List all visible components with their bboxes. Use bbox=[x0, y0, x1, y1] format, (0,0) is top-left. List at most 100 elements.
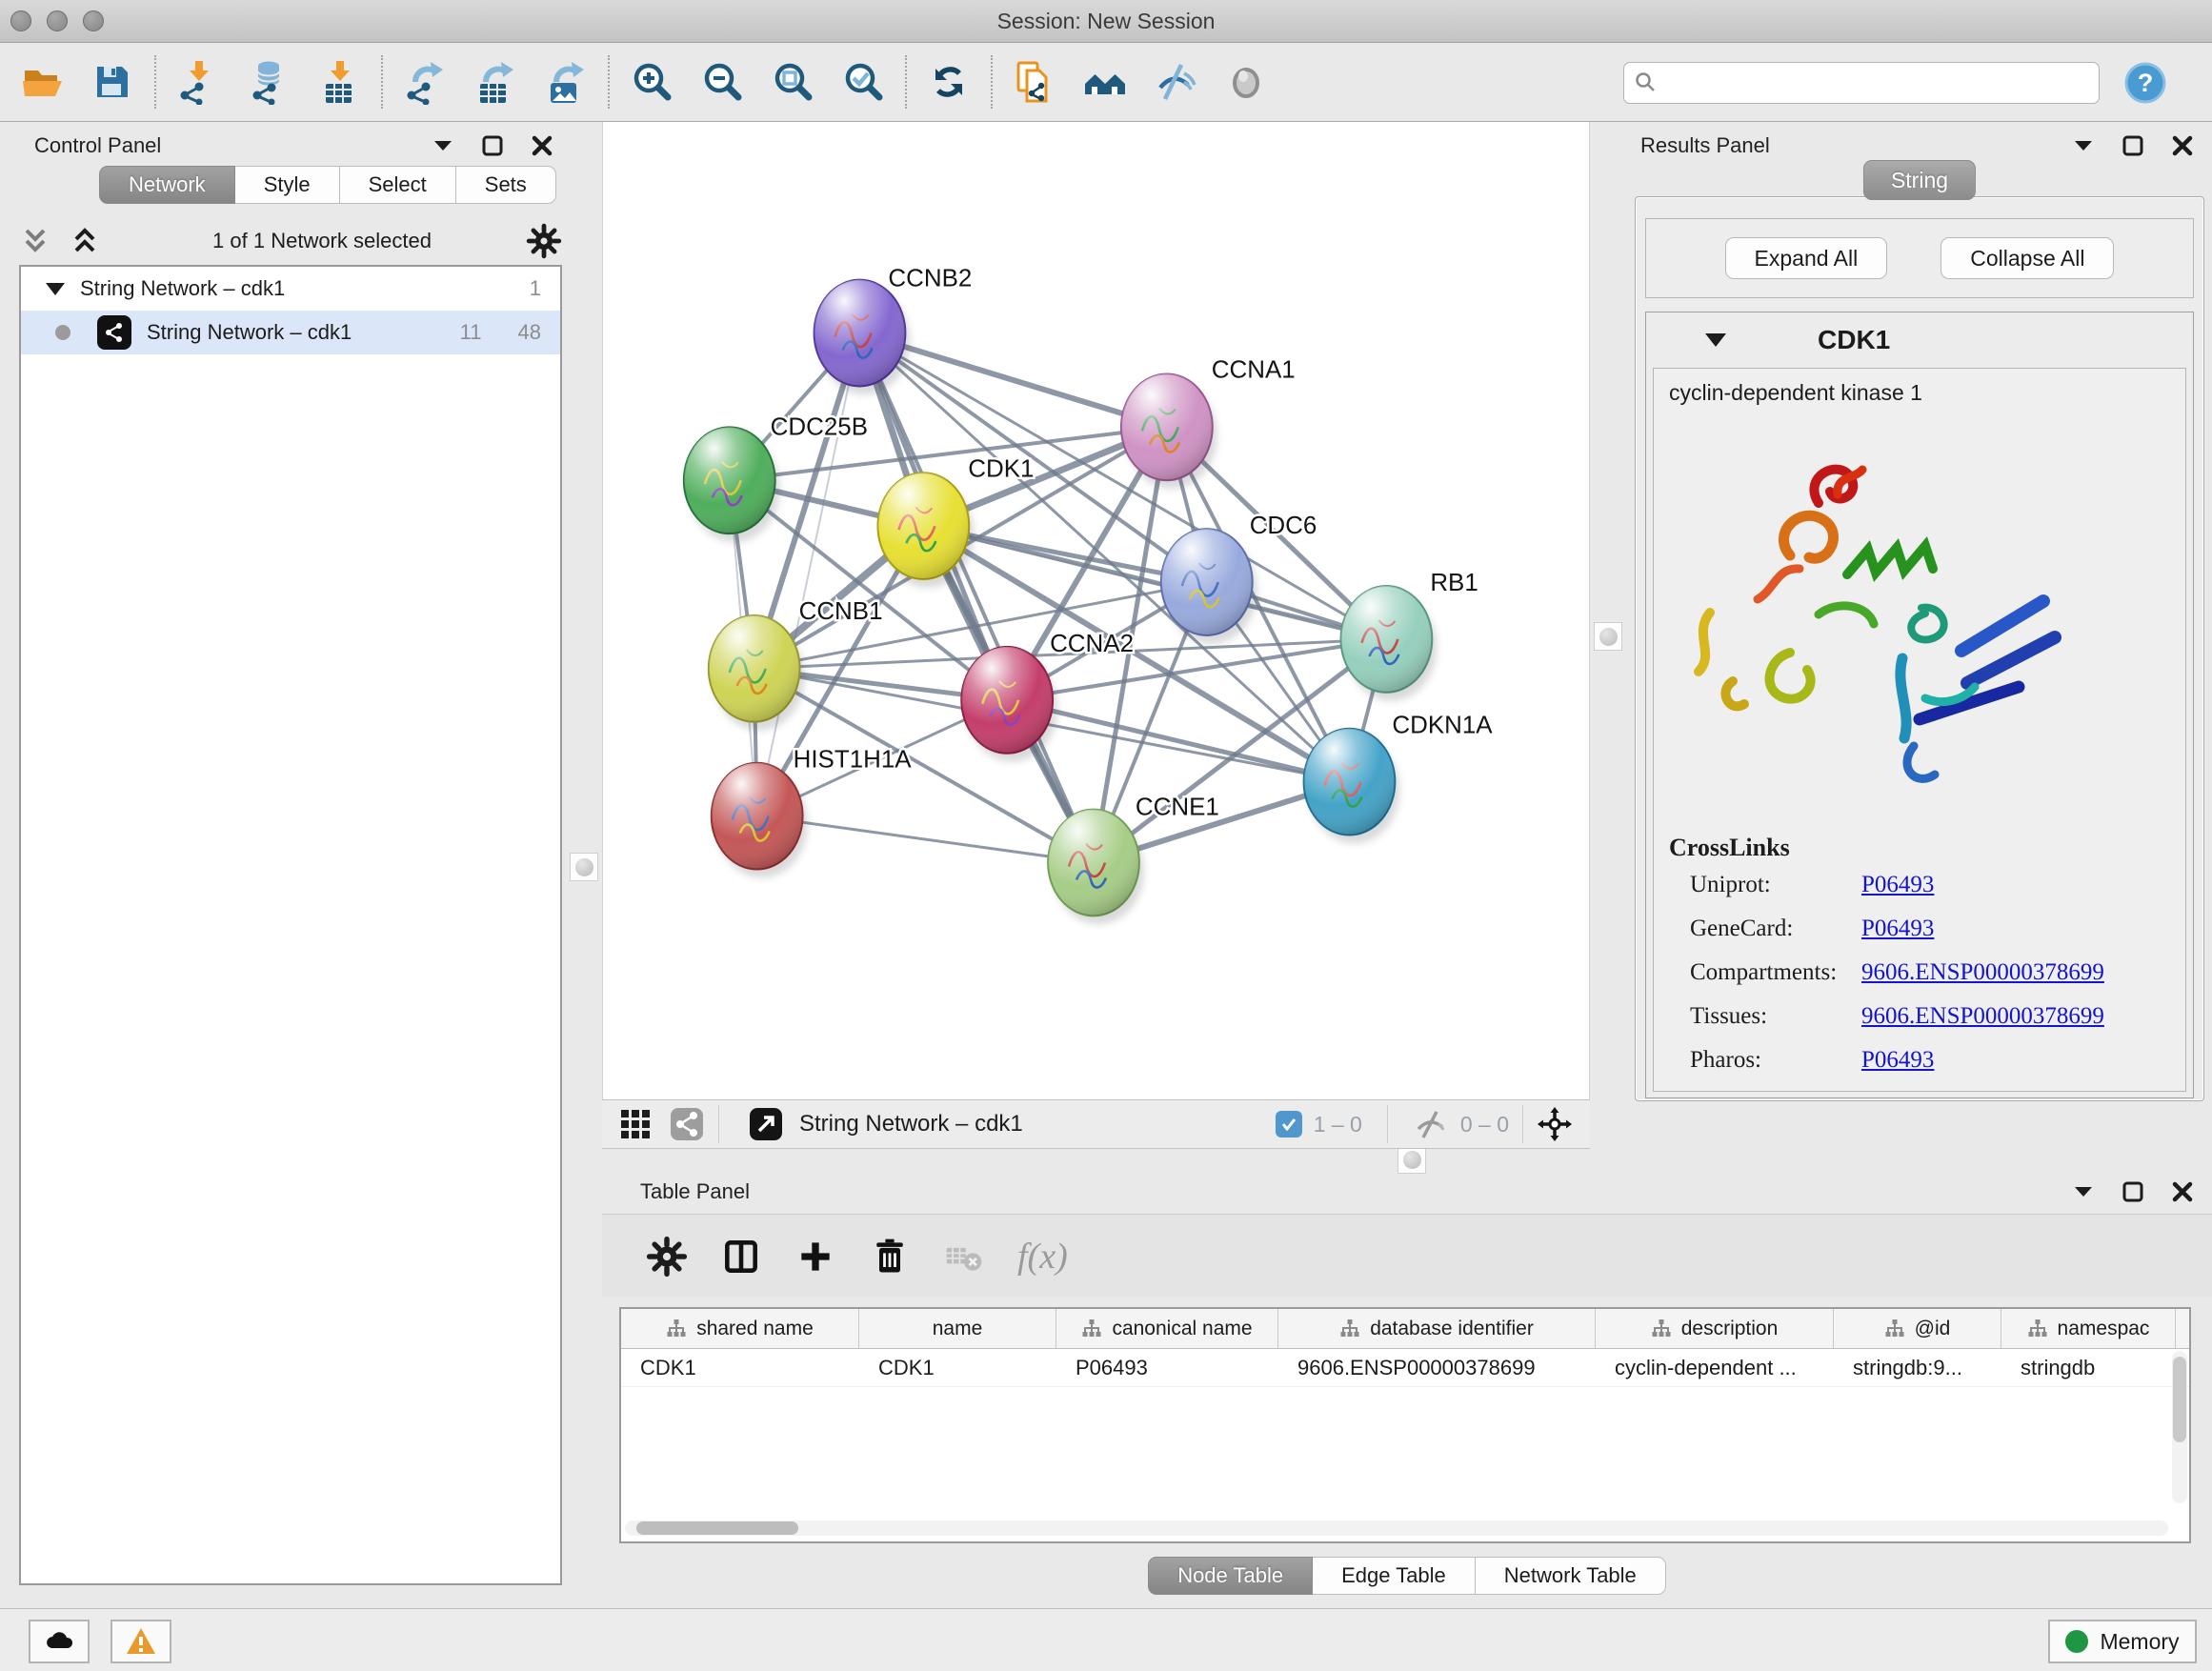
crosslink-tissues-link[interactable]: 9606.ENSP00000378699 bbox=[1861, 1003, 2104, 1030]
network-node-CCNB2[interactable] bbox=[814, 280, 911, 395]
export-table-icon[interactable] bbox=[473, 59, 518, 105]
column-header-name[interactable]: name bbox=[859, 1309, 1056, 1348]
tab-style[interactable]: Style bbox=[235, 166, 340, 204]
import-network-from-database-icon[interactable] bbox=[246, 59, 292, 105]
network-node-CDK1[interactable] bbox=[877, 473, 974, 588]
new-network-from-selection-icon[interactable] bbox=[1012, 59, 1057, 105]
network-node-CCNA1[interactable] bbox=[1121, 373, 1217, 489]
cell-description[interactable]: cyclin-dependent ... bbox=[1596, 1349, 1834, 1386]
table-panel-close-icon[interactable] bbox=[2170, 1179, 2195, 1204]
cell-namespace[interactable]: stringdb bbox=[2001, 1349, 2176, 1386]
tab-edge-table[interactable]: Edge Table bbox=[1313, 1557, 1476, 1595]
gene-name: CDK1 bbox=[1818, 325, 1890, 355]
memory-button[interactable]: Memory bbox=[2048, 1620, 2197, 1663]
expand-all-networks-icon[interactable] bbox=[69, 225, 101, 257]
tab-node-table[interactable]: Node Table bbox=[1148, 1557, 1313, 1595]
network-node-CDC25B[interactable] bbox=[684, 427, 780, 542]
help-icon[interactable]: ? bbox=[2122, 60, 2170, 108]
crosslink-label: Pharos: bbox=[1690, 1047, 1861, 1074]
gene-section-header[interactable]: CDK1 bbox=[1646, 312, 2193, 368]
zoom-selected-icon[interactable] bbox=[840, 59, 886, 105]
delete-column-icon[interactable] bbox=[869, 1236, 911, 1278]
control-panel-menu-icon[interactable] bbox=[431, 133, 455, 158]
expand-all-button[interactable]: Expand All bbox=[1725, 237, 1888, 279]
cloud-button[interactable] bbox=[29, 1620, 90, 1663]
zoom-out-icon[interactable] bbox=[699, 59, 745, 105]
show-all-eye-icon[interactable] bbox=[1223, 59, 1269, 105]
import-network-from-file-icon[interactable] bbox=[175, 59, 221, 105]
hidden-eye-icon[interactable] bbox=[1413, 1106, 1449, 1142]
export-network-icon[interactable] bbox=[402, 59, 448, 105]
network-canvas[interactable]: CCNB2CCNA1CDC25BCDK1CDC6RB1CCNB1CCNA2CDK… bbox=[602, 122, 1590, 1099]
zoom-in-icon[interactable] bbox=[629, 59, 674, 105]
crosslink-uniprot-link[interactable]: P06493 bbox=[1861, 872, 1934, 898]
network-collection-row[interactable]: String Network – cdk1 1 bbox=[21, 267, 560, 311]
pan-crosshair-icon[interactable] bbox=[1537, 1106, 1573, 1142]
table-panel-title: Table Panel bbox=[640, 1179, 750, 1204]
results-panel-menu-icon[interactable] bbox=[2071, 133, 2096, 158]
network-node-CCNE1[interactable] bbox=[1048, 810, 1144, 925]
network-node-CCNA2[interactable] bbox=[961, 647, 1057, 762]
results-panel-float-icon[interactable] bbox=[2121, 133, 2145, 158]
save-session-icon[interactable] bbox=[90, 59, 135, 105]
search-input[interactable] bbox=[1659, 65, 2099, 101]
column-header-shared-name[interactable]: shared name bbox=[621, 1309, 859, 1348]
hide-selection-eye-icon[interactable] bbox=[1153, 59, 1198, 105]
selected-checkbox-icon[interactable] bbox=[1276, 1111, 1302, 1137]
left-splitter[interactable] bbox=[566, 122, 602, 1608]
open-session-icon[interactable] bbox=[19, 59, 65, 105]
network-options-gear-icon[interactable] bbox=[526, 223, 562, 259]
refresh-view-icon[interactable] bbox=[926, 59, 972, 105]
table-panel-float-icon[interactable] bbox=[2121, 1179, 2145, 1204]
create-column-icon[interactable] bbox=[794, 1236, 836, 1278]
detach-view-icon[interactable] bbox=[748, 1106, 784, 1142]
cell-canonical-name[interactable]: P06493 bbox=[1056, 1349, 1278, 1386]
network-node-RB1[interactable] bbox=[1341, 586, 1438, 701]
table-vertical-scrollbar[interactable] bbox=[2172, 1351, 2187, 1503]
table-row[interactable]: CDK1 CDK1 P06493 9606.ENSP00000378699 cy… bbox=[621, 1349, 2189, 1387]
collection-expander-icon[interactable] bbox=[46, 283, 65, 295]
crosslink-pharos-link[interactable]: P06493 bbox=[1861, 1047, 1934, 1074]
column-header-id[interactable]: @id bbox=[1834, 1309, 2001, 1348]
column-header-canonical-name[interactable]: canonical name bbox=[1056, 1309, 1278, 1348]
cell-name[interactable]: CDK1 bbox=[859, 1349, 1056, 1386]
birds-eye-grid-icon[interactable] bbox=[617, 1106, 654, 1142]
zoom-fit-icon[interactable] bbox=[770, 59, 815, 105]
expand-collapse-bar: Expand All Collapse All bbox=[1645, 218, 2194, 298]
control-panel-close-icon[interactable] bbox=[530, 133, 554, 158]
tab-network-table[interactable]: Network Table bbox=[1476, 1557, 1666, 1595]
bottom-splitter[interactable] bbox=[602, 1149, 1590, 1172]
warnings-button[interactable] bbox=[111, 1620, 171, 1663]
string-network-graph[interactable]: CCNB2CCNA1CDC25BCDK1CDC6RB1CCNB1CCNA2CDK… bbox=[603, 122, 1589, 1099]
tab-network[interactable]: Network bbox=[99, 166, 235, 204]
network-row[interactable]: String Network – cdk1 11 48 bbox=[21, 311, 560, 354]
column-header-database-identifier[interactable]: database identifier bbox=[1278, 1309, 1596, 1348]
tab-select[interactable]: Select bbox=[340, 166, 456, 204]
cell-id[interactable]: stringdb:9... bbox=[1834, 1349, 2001, 1386]
tab-string[interactable]: String bbox=[1863, 160, 1976, 200]
cell-shared-name[interactable]: CDK1 bbox=[621, 1349, 859, 1386]
collapse-all-networks-icon[interactable] bbox=[19, 225, 51, 257]
control-panel-float-icon[interactable] bbox=[480, 133, 505, 158]
collapse-all-button[interactable]: Collapse All bbox=[1941, 237, 2114, 279]
cell-database-identifier[interactable]: 9606.ENSP00000378699 bbox=[1278, 1349, 1596, 1386]
network-share-icon[interactable] bbox=[669, 1106, 705, 1142]
houses-icon[interactable] bbox=[1082, 59, 1128, 105]
crosslink-genecard-link[interactable]: P06493 bbox=[1861, 916, 1934, 942]
network-node-HIST1H1A[interactable] bbox=[712, 763, 808, 878]
node-label-CCNA2: CCNA2 bbox=[1050, 631, 1134, 657]
table-settings-gear-icon[interactable] bbox=[646, 1236, 688, 1278]
column-header-description[interactable]: description bbox=[1596, 1309, 1834, 1348]
network-node-CDC6[interactable] bbox=[1161, 529, 1257, 644]
column-header-namespace[interactable]: namespac bbox=[2001, 1309, 2176, 1348]
table-panel-menu-icon[interactable] bbox=[2071, 1179, 2096, 1204]
table-horizontal-scrollbar[interactable] bbox=[625, 1520, 2168, 1536]
import-table-from-file-icon[interactable] bbox=[316, 59, 362, 105]
network-node-CCNB1[interactable] bbox=[709, 615, 805, 731]
crosslink-compartments-link[interactable]: 9606.ENSP00000378699 bbox=[1861, 959, 2104, 986]
results-panel-close-icon[interactable] bbox=[2170, 133, 2195, 158]
show-columns-icon[interactable] bbox=[720, 1236, 762, 1278]
network-node-CDKN1A[interactable] bbox=[1304, 729, 1400, 844]
export-image-icon[interactable] bbox=[543, 59, 589, 105]
tab-sets[interactable]: Sets bbox=[456, 166, 556, 204]
